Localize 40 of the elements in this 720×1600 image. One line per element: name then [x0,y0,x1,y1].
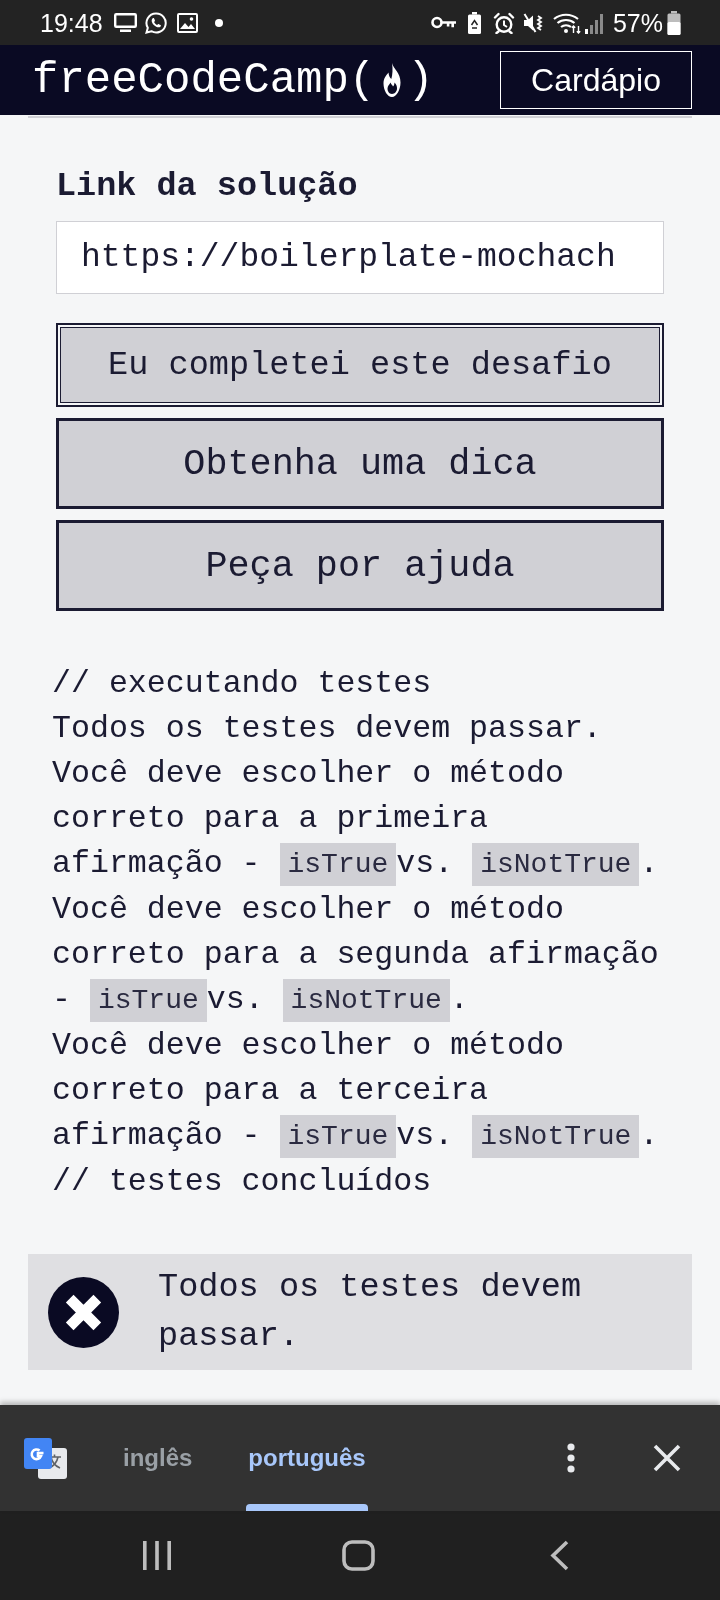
home-icon[interactable] [342,1540,375,1571]
back-icon[interactable] [550,1540,570,1571]
close-icon[interactable] [653,1444,681,1472]
submit-button[interactable]: Eu completei este desafio [56,323,664,407]
language-tab[interactable]: inglês [121,1405,195,1511]
alarm-clock-icon [492,11,515,34]
inline-code: isTrue [89,979,207,1022]
chat-bubble-icon [144,11,167,34]
action-button[interactable]: Peça por ajuda [56,520,664,611]
signal-icon [584,11,604,34]
image-icon [176,12,198,33]
battery-percentage: 57% [612,7,663,38]
battery-icon [667,10,681,35]
dot-icon [214,18,223,27]
inline-code: isNotTrue [282,979,450,1022]
console-output-line: Você deve escolher o método correto para a primeira afirmação - isTrue vs. isNotTrue . [52,751,672,887]
recent-apps-icon[interactable] [142,1540,172,1571]
status-time: 19:48 [40,7,103,38]
menu-button[interactable]: Cardápio [500,51,692,109]
language-tab[interactable]: português [246,1405,368,1511]
inline-code: isTrue [279,843,397,886]
inline-code: isNotTrue [472,1115,640,1158]
key-icon [430,16,456,29]
console-output-line: Você deve escolher o método correto para a terceira afirmação - isTrue vs. isNotTrue . [52,1023,672,1159]
action-button[interactable]: Obtenha uma dica [56,418,664,509]
test-result-text: Todos os testes devem passar. [158,1267,583,1357]
console-output-line: Todos os testes devem passar. [52,710,603,748]
solution-link-input[interactable]: https://boilerplate-mochach [56,221,664,294]
speaker-muted-icon [522,11,545,34]
monitor-icon [113,13,137,32]
field-label: Link da solução [56,166,359,206]
wifi-icon [552,11,581,34]
inline-code: isTrue [279,1115,397,1158]
inline-code: isNotTrue [472,843,640,886]
translate-icon[interactable] [24,1437,67,1479]
site-logo[interactable]: freeCodeCamp( ) [32,55,434,105]
console-output-line: // executando testes [52,665,433,703]
console-output-line: // testes concluídos [52,1163,433,1201]
console-output-line: Você deve escolher o método correto para a segunda afirmação - isTrue vs. isNotTrue . [52,887,672,1023]
more-options-icon[interactable] [565,1443,577,1473]
